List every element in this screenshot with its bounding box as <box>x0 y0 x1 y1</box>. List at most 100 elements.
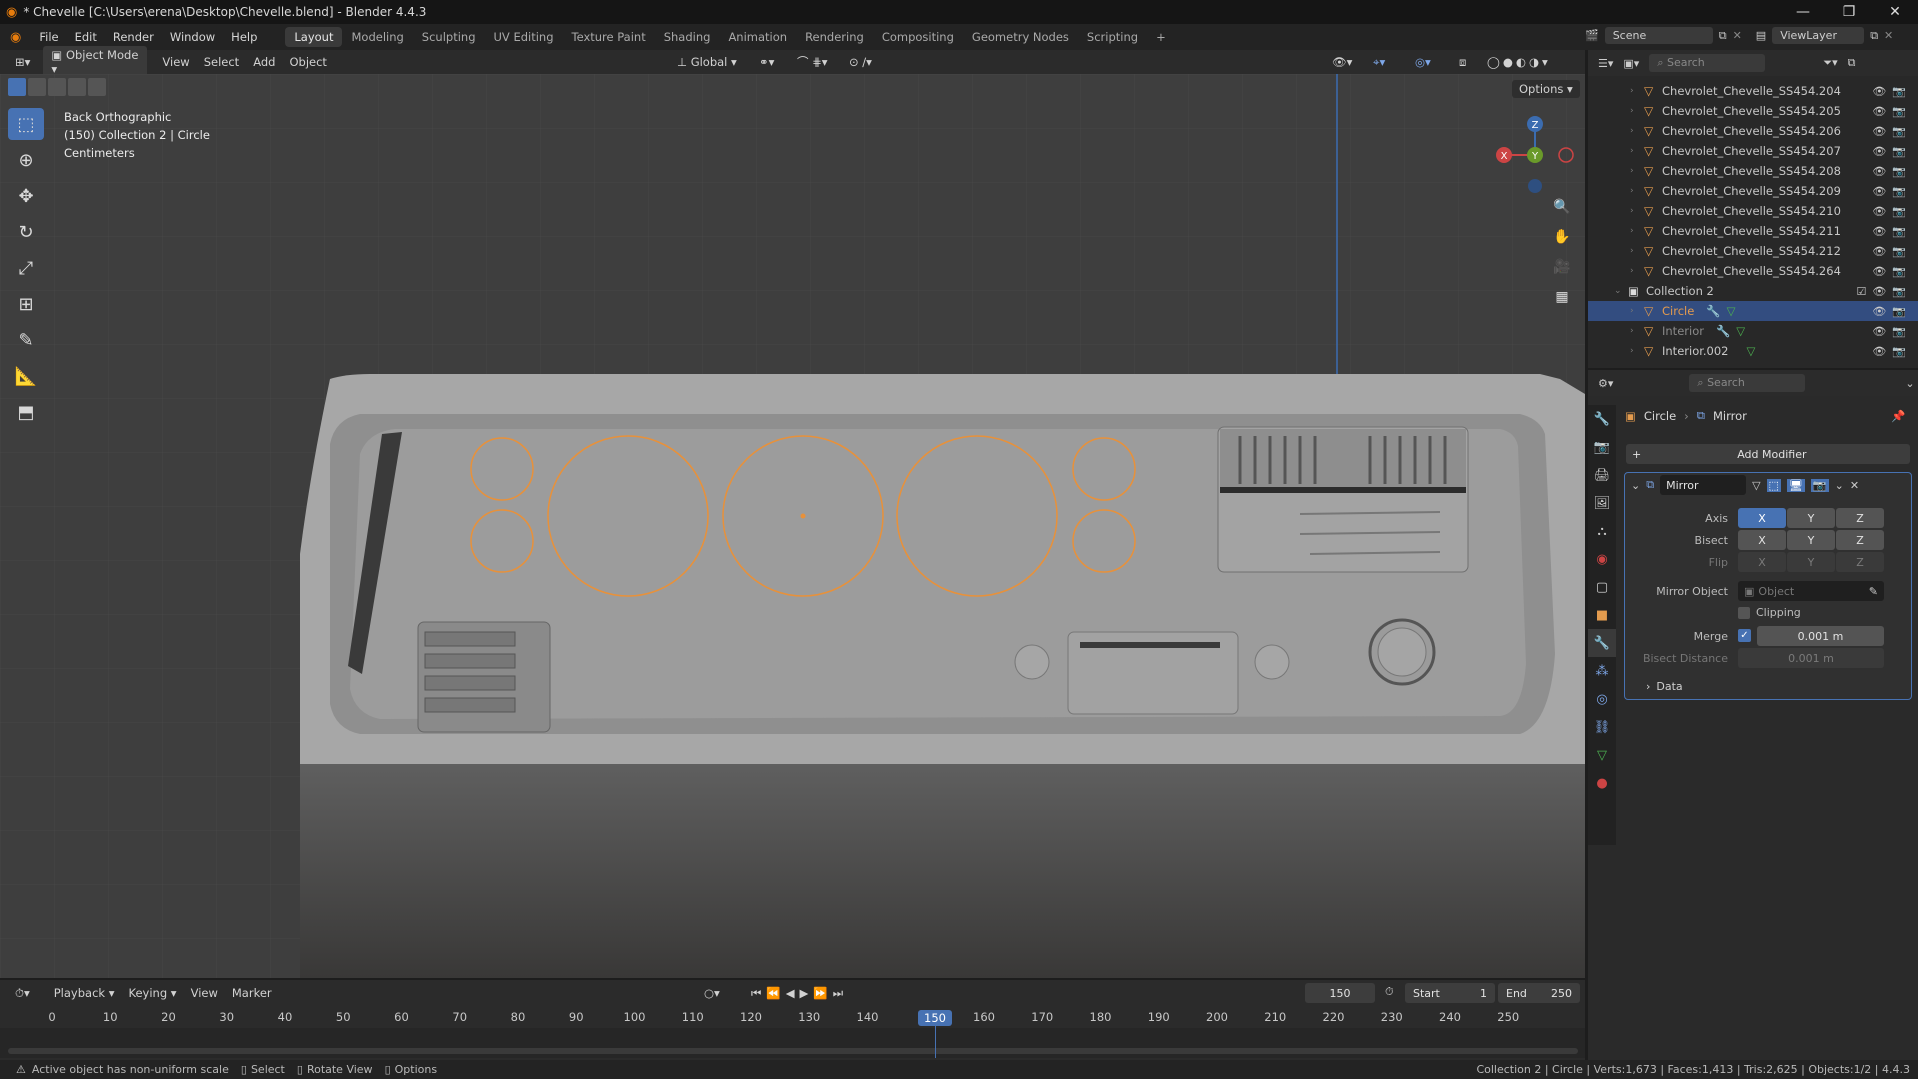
minimize-button[interactable]: — <box>1780 0 1826 24</box>
add-modifier-button[interactable]: + Add Modifier <box>1626 444 1910 464</box>
constraints-tab-icon[interactable]: ⛓ <box>1588 713 1616 741</box>
material-tab-icon[interactable]: ● <box>1588 769 1616 797</box>
object-tab-icon[interactable]: ■ <box>1588 601 1616 629</box>
axis-x-toggle[interactable]: X <box>1738 508 1786 528</box>
delete-viewlayer-icon[interactable]: ✕ <box>1884 29 1893 42</box>
workspace-tab-animation[interactable]: Animation <box>719 27 796 47</box>
navigation-gizmo[interactable]: Z X Y <box>1490 110 1580 200</box>
visibility-icons[interactable]: 👁📷 <box>1872 205 1912 218</box>
outliner-row[interactable]: › ▽ Interior.002 ▽ 👁📷 <box>1588 341 1918 361</box>
viewport-toggle-icon[interactable]: 🖥 <box>1786 478 1805 492</box>
display-mode-icon[interactable]: ▣▾ <box>1623 57 1639 70</box>
3d-viewport[interactable]: Back Orthographic (150) Collection 2 | C… <box>0 74 1585 978</box>
gizmo-neg-z-axis[interactable] <box>1528 179 1542 193</box>
properties-options-icon[interactable]: ⌄ <box>1905 377 1914 390</box>
playback-controls[interactable]: ⏮⏪◀▶⏩⏭ <box>744 984 855 1003</box>
pan-hand-icon[interactable]: ✋ <box>1549 224 1575 250</box>
options-dropdown[interactable]: Options ▾ <box>1512 80 1580 98</box>
timeline-scrollbar[interactable] <box>8 1048 1578 1054</box>
data-subpanel-header[interactable]: › Data <box>1646 680 1683 693</box>
workspace-tab-geometry-nodes[interactable]: Geometry Nodes <box>963 27 1078 47</box>
menu-window[interactable]: Window <box>162 30 223 44</box>
new-collection-icon[interactable]: ⧉ <box>1848 56 1856 70</box>
bisect-x-toggle[interactable]: X <box>1738 530 1786 550</box>
workspace-tab-texture-paint[interactable]: Texture Paint <box>563 27 655 47</box>
scene-tab-icon[interactable]: ⛬ <box>1588 517 1616 545</box>
workspace-tab-compositing[interactable]: Compositing <box>873 27 963 47</box>
workspace-tab-layout[interactable]: Layout <box>285 27 343 47</box>
outliner-collection-row[interactable]: ⌄ ▣ Collection 2 ☑👁📷 <box>1588 281 1918 301</box>
timeline-editor-icon[interactable]: ⏱▾ <box>8 984 37 1003</box>
camera-view-icon[interactable]: 🎥 <box>1549 254 1575 280</box>
menu-marker[interactable]: Marker <box>225 984 279 1002</box>
mirror-object-field[interactable]: ▣ Object ✎ <box>1738 581 1884 601</box>
flip-x-toggle[interactable]: X <box>1738 552 1786 572</box>
merge-checkbox[interactable]: ✓ <box>1738 629 1751 642</box>
scale-icon[interactable]: ⤢ <box>8 252 44 284</box>
select-extend-icon[interactable] <box>28 78 46 96</box>
delete-scene-icon[interactable]: ✕ <box>1733 29 1742 42</box>
menu-render[interactable]: Render <box>105 30 162 44</box>
flip-y-toggle[interactable]: Y <box>1787 552 1835 572</box>
overlays-icon[interactable]: ◎▾ <box>1408 53 1438 71</box>
outliner-row[interactable]: › ▽ Chevrolet_Chevelle_SS454.205 👁📷 <box>1588 101 1918 121</box>
visibility-icons[interactable]: 👁📷 <box>1872 125 1912 138</box>
workspace-tab-modeling[interactable]: Modeling <box>342 27 412 47</box>
visibility-icons[interactable]: 👁📷 <box>1872 165 1912 178</box>
menu-view[interactable]: View <box>155 53 196 71</box>
auto-keying-icon[interactable]: ○▾ <box>697 984 727 1002</box>
axis-z-toggle[interactable]: Z <box>1836 508 1884 528</box>
axis-y-toggle[interactable]: Y <box>1787 508 1835 528</box>
outliner-row[interactable]: › ▽ Chevrolet_Chevelle_SS454.211 👁📷 <box>1588 221 1918 241</box>
play-icon[interactable]: ▶ <box>800 986 814 1000</box>
expand-icon[interactable]: › <box>1630 246 1644 256</box>
outliner-row[interactable]: › ▽ Chevrolet_Chevelle_SS454.204 👁📷 <box>1588 81 1918 101</box>
menu-file[interactable]: File <box>31 30 66 44</box>
select-intersect-icon[interactable] <box>88 78 106 96</box>
visibility-filter-icon[interactable]: 👁▾ <box>1325 53 1359 71</box>
bisect-z-toggle[interactable]: Z <box>1836 530 1884 550</box>
view-layer-tab-icon[interactable]: 🖼 <box>1588 489 1616 517</box>
end-frame-field[interactable]: End 250 <box>1498 983 1580 1003</box>
outliner-row[interactable]: › ▽ Chevrolet_Chevelle_SS454.207 👁📷 <box>1588 141 1918 161</box>
world-tab-icon[interactable]: ◉ <box>1588 545 1616 573</box>
outliner-search[interactable]: ⌕ Search <box>1649 54 1766 72</box>
menu-help[interactable]: Help <box>223 30 265 44</box>
render-tab-icon[interactable]: 📷 <box>1588 433 1616 461</box>
menu-timeline-view[interactable]: View <box>184 984 225 1002</box>
play-reverse-icon[interactable]: ◀ <box>786 986 800 1000</box>
collection-tab-icon[interactable]: ▢ <box>1588 573 1616 601</box>
outliner-row[interactable]: › ▽ Chevrolet_Chevelle_SS454.208 👁📷 <box>1588 161 1918 181</box>
start-frame-field[interactable]: Start 1 <box>1405 983 1495 1003</box>
add-workspace-icon[interactable]: + <box>1147 27 1175 47</box>
select-subtract-icon[interactable] <box>48 78 66 96</box>
close-window-button[interactable]: ✕ <box>1872 0 1918 24</box>
expand-icon[interactable]: › <box>1630 206 1644 216</box>
zoom-icon[interactable]: 🔍 <box>1549 194 1575 220</box>
menu-playback[interactable]: Playback ▾ <box>47 984 122 1002</box>
measure-icon[interactable]: 📐 <box>8 360 44 392</box>
menu-select[interactable]: Select <box>197 53 246 71</box>
collapse-icon[interactable]: ⌄ <box>1614 286 1628 296</box>
visibility-icons[interactable]: 👁📷 <box>1872 85 1912 98</box>
modifier-name-field[interactable]: Mirror <box>1660 475 1747 495</box>
shading-modes-icon[interactable]: ◯●◐◑▾ <box>1480 53 1558 71</box>
edit-mode-toggle-icon[interactable]: ▽ <box>1752 479 1760 492</box>
expand-icon[interactable]: › <box>1630 126 1644 136</box>
outliner-row[interactable]: › ▽ Chevrolet_Chevelle_SS454.206 👁📷 <box>1588 121 1918 141</box>
add-cube-icon[interactable]: ⬒ <box>8 396 44 428</box>
flip-z-toggle[interactable]: Z <box>1836 552 1884 572</box>
annotate-icon[interactable]: ✎ <box>8 324 44 356</box>
outliner-row[interactable]: › ▽ Chevrolet_Chevelle_SS454.210 👁📷 <box>1588 201 1918 221</box>
proportional-edit-icon[interactable]: ⊙ ∕▾ <box>842 53 879 71</box>
move-icon[interactable]: ✥ <box>8 180 44 212</box>
viewlayer-selector[interactable]: ViewLayer <box>1772 27 1865 44</box>
outliner-row[interactable]: › ▽ Chevrolet_Chevelle_SS454.209 👁📷 <box>1588 181 1918 201</box>
rotate-icon[interactable]: ↻ <box>8 216 44 248</box>
outliner-row[interactable]: › ▽ Chevrolet_Chevelle_SS454.264 👁📷 <box>1588 261 1918 281</box>
modifier-tab-icon[interactable]: 🔧 <box>1588 629 1616 657</box>
outliner-row[interactable]: › ▽ Interior 🔧 ▽ 👁📷 <box>1588 321 1918 341</box>
visibility-icons[interactable]: 👁📷 <box>1872 225 1912 238</box>
remove-modifier-icon[interactable]: ✕ <box>1850 479 1859 492</box>
transform-icon[interactable]: ⊞ <box>8 288 44 320</box>
